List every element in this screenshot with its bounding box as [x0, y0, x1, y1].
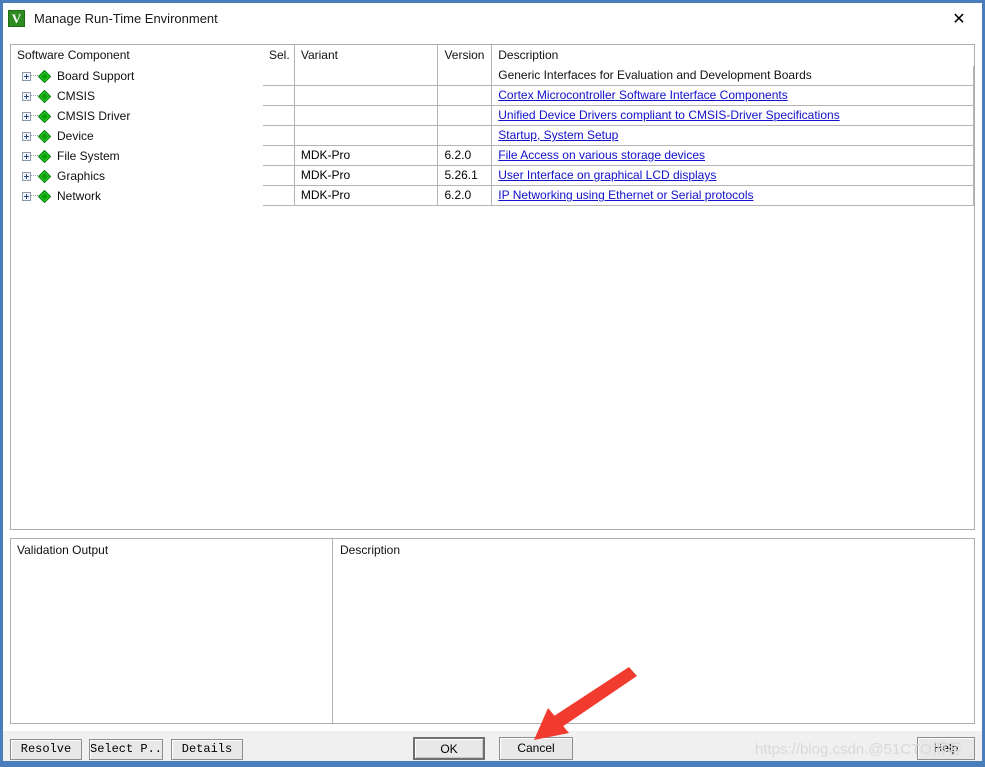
- cell-variant: MDK-Pro: [294, 166, 439, 186]
- tree-connector: [31, 175, 38, 177]
- tree-item-graphics[interactable]: Graphics: [11, 166, 263, 186]
- green-diamond-icon: [38, 169, 51, 183]
- components-grid: Sel. Variant Version Description Generic…: [263, 45, 974, 529]
- cell-variant: [294, 106, 439, 126]
- tree-item-cmsis-driver[interactable]: CMSIS Driver: [11, 106, 263, 126]
- cell-version: [438, 126, 493, 146]
- cell-sel[interactable]: [263, 86, 295, 106]
- grid-header-row: Sel. Variant Version Description: [263, 45, 974, 66]
- dialog-button-bar: Resolve Select P... Details OK Cancel He…: [3, 731, 982, 764]
- tree-column-header: Software Component: [17, 48, 130, 62]
- cell-version: [438, 86, 493, 106]
- table-row[interactable]: Startup, System Setup: [263, 126, 974, 146]
- expand-icon[interactable]: [22, 131, 31, 141]
- column-header-variant: Variant: [295, 45, 439, 66]
- help-button[interactable]: Help: [917, 737, 975, 760]
- resolve-button[interactable]: Resolve: [10, 739, 82, 760]
- select-packs-button[interactable]: Select P...: [89, 739, 163, 760]
- tree-item-label: CMSIS Driver: [57, 109, 131, 123]
- tree-item-label: Board Support: [57, 69, 135, 83]
- table-row[interactable]: MDK-Pro 6.2.0 IP Networking using Ethern…: [263, 186, 974, 206]
- expand-icon[interactable]: [22, 171, 31, 181]
- table-row[interactable]: Generic Interfaces for Evaluation and De…: [263, 66, 974, 86]
- manage-runtime-environment-dialog: V Manage Run-Time Environment ✕ Software…: [0, 0, 985, 767]
- cell-version: 6.2.0: [438, 186, 493, 206]
- window-title: Manage Run-Time Environment: [34, 11, 218, 26]
- validation-output-title: Validation Output: [17, 543, 109, 557]
- output-panel: Validation Output Description: [10, 538, 975, 724]
- cancel-button[interactable]: Cancel: [499, 737, 573, 760]
- table-row[interactable]: MDK-Pro 5.26.1 User Interface on graphic…: [263, 166, 974, 186]
- cell-sel[interactable]: [263, 166, 295, 186]
- cell-version: 5.26.1: [438, 166, 493, 186]
- cell-sel[interactable]: [263, 66, 295, 86]
- tree-item-device[interactable]: Device: [11, 126, 263, 146]
- table-row[interactable]: MDK-Pro 6.2.0 File Access on various sto…: [263, 146, 974, 166]
- expand-icon[interactable]: [22, 191, 31, 201]
- cell-description-link[interactable]: Cortex Microcontroller Software Interfac…: [492, 86, 974, 106]
- cell-sel[interactable]: [263, 186, 295, 206]
- table-row[interactable]: Unified Device Drivers compliant to CMSI…: [263, 106, 974, 126]
- cell-description-link[interactable]: File Access on various storage devices: [492, 146, 974, 166]
- cell-variant: MDK-Pro: [294, 186, 439, 206]
- cell-description-link[interactable]: IP Networking using Ethernet or Serial p…: [492, 186, 974, 206]
- cell-variant: MDK-Pro: [294, 146, 439, 166]
- cell-sel[interactable]: [263, 126, 295, 146]
- table-row[interactable]: Cortex Microcontroller Software Interfac…: [263, 86, 974, 106]
- description-pane[interactable]: Description: [334, 539, 974, 723]
- tree-item-label: CMSIS: [57, 89, 96, 103]
- cell-variant: [294, 66, 439, 86]
- tree-connector: [31, 195, 38, 197]
- tree-item-board-support[interactable]: Board Support: [11, 66, 263, 86]
- green-diamond-icon: [38, 189, 51, 203]
- cell-description-link[interactable]: User Interface on graphical LCD displays: [492, 166, 974, 186]
- green-diamond-icon: [38, 109, 51, 123]
- green-diamond-icon: [38, 149, 51, 163]
- app-icon-glyph: V: [11, 11, 22, 26]
- green-diamond-icon: [38, 69, 51, 83]
- tree-item-label: Graphics: [57, 169, 106, 183]
- cell-sel[interactable]: [263, 106, 295, 126]
- cell-description-link[interactable]: Unified Device Drivers compliant to CMSI…: [492, 106, 974, 126]
- green-diamond-icon: [38, 89, 51, 103]
- cell-version: [438, 106, 493, 126]
- tree-item-cmsis[interactable]: CMSIS: [11, 86, 263, 106]
- tree-connector: [31, 95, 38, 97]
- tree-connector: [31, 115, 38, 117]
- details-button[interactable]: Details: [171, 739, 243, 760]
- description-title: Description: [340, 543, 401, 557]
- cell-variant: [294, 86, 439, 106]
- tree-item-file-system[interactable]: File System: [11, 146, 263, 166]
- ok-button[interactable]: OK: [413, 737, 485, 760]
- window-bottom-accent: [3, 761, 982, 764]
- tree-item-label: File System: [57, 149, 120, 163]
- cell-sel[interactable]: [263, 146, 295, 166]
- tree-item-label: Device: [57, 129, 94, 143]
- expand-icon[interactable]: [22, 151, 31, 161]
- expand-icon[interactable]: [22, 111, 31, 121]
- cell-variant: [294, 126, 439, 146]
- column-header-description: Description: [498, 48, 559, 62]
- cell-description-link[interactable]: Startup, System Setup: [492, 126, 974, 146]
- close-icon[interactable]: ✕: [936, 3, 982, 33]
- cell-version: [438, 66, 493, 86]
- cell-version: 6.2.0: [438, 146, 493, 166]
- validation-output-pane[interactable]: Validation Output: [11, 539, 333, 723]
- tree-connector: [31, 135, 38, 137]
- software-component-tree: Software Component Board Support CMSIS C…: [11, 45, 263, 529]
- tree-item-network[interactable]: Network: [11, 186, 263, 206]
- tree-item-label: Network: [57, 189, 102, 203]
- tree-connector: [31, 75, 38, 77]
- components-panel: Software Component Board Support CMSIS C…: [10, 44, 975, 530]
- green-diamond-icon: [38, 129, 51, 143]
- tree-connector: [31, 155, 38, 157]
- keil-uvision-icon: V: [8, 10, 25, 27]
- column-header-version: Version: [438, 45, 493, 66]
- column-header-sel: Sel.: [263, 45, 295, 66]
- expand-icon[interactable]: [22, 91, 31, 101]
- expand-icon[interactable]: [22, 71, 31, 81]
- title-bar: V Manage Run-Time Environment ✕: [3, 3, 982, 34]
- cell-description: Generic Interfaces for Evaluation and De…: [492, 66, 974, 86]
